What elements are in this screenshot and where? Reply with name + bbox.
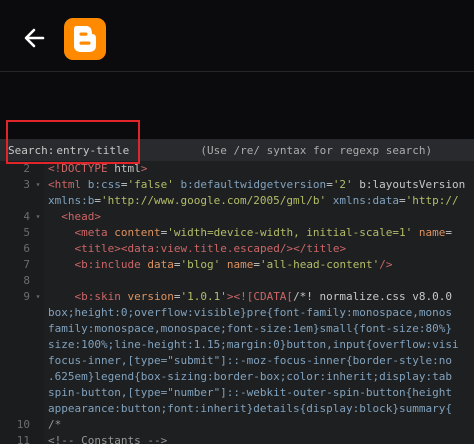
code-line[interactable]: 3 ▾ <html b:css='false' b:defaultwidgetver… [0,177,474,193]
blogger-logo-icon [74,26,96,52]
code-line[interactable]: 10 /* [0,417,474,433]
blogger-logo [64,18,106,60]
code-text: <title><data:view.title.escaped/></title… [74,242,347,255]
code-editor[interactable]: Search: (Use /re/ syntax for regexp sear… [0,139,474,444]
code-text: spin-button,[type="number"]::-webkit-out… [48,386,452,399]
code-line[interactable]: family:monospace,monospace;font-size:1em… [0,321,474,337]
code-line[interactable]: box;height:0;overflow:visible}pre{font-f… [0,305,474,321]
fold-toggle-icon[interactable]: ▾ [33,289,43,305]
search-hint: (Use /re/ syntax for regexp search) [200,143,433,157]
line-number: 4 [23,210,30,223]
code-line[interactable]: size:100%;line-height:1.15;margin:0}butt… [0,337,474,353]
line-number: 5 [23,226,30,239]
code-line[interactable]: 11 <!-- Constants --> [0,433,474,444]
code-text: focus-inner,[type="submit"]::-moz-focus-… [48,354,452,367]
code-text: <!-- Constants --> [48,434,168,444]
code-line[interactable]: focus-inner,[type="submit"]::-moz-focus-… [0,353,474,369]
code-text: xmlns:b='http://www.google.com/2005/gml/… [48,194,459,207]
code-text: .625em}legend{box-sizing:border-box;colo… [48,370,452,383]
back-arrow-icon [24,28,45,48]
code-line[interactable]: appearance:button;font:inherit}details{d… [0,401,474,417]
code-text: family:monospace,monospace;font-size:1em… [48,322,452,335]
code-text: <meta content='width=device-width, initi… [74,226,453,239]
code-text: <html b:css='false' b:defaultwidgetversi… [48,178,466,191]
line-number: 3 [23,178,30,191]
code-line[interactable]: .625em}legend{box-sizing:border-box;colo… [0,369,474,385]
code-line[interactable]: 8 [0,273,474,289]
line-number: 11 [16,434,30,444]
code-text: appearance:button;font:inherit}details{d… [48,402,452,415]
line-number: 8 [23,274,30,287]
fold-toggle-icon[interactable]: ▾ [33,177,43,193]
app-bar [0,0,474,82]
code-line[interactable]: 4 ▾ <head> [0,209,474,225]
code-text: /* [48,418,62,431]
code-line[interactable]: spin-button,[type="number"]::-webkit-out… [0,385,474,401]
code-line[interactable]: 9 ▾ <b:skin version='1.0.1'><![CDATA[/*! … [0,289,474,305]
code-text: <head> [61,210,101,223]
fold-toggle-icon[interactable]: ▾ [33,209,43,225]
line-number: 7 [23,258,30,271]
code-line[interactable]: xmlns:b='http://www.google.com/2005/gml/… [0,193,474,209]
line-number: 9 [23,290,30,303]
line-number: 6 [23,242,30,255]
code-lines: 2 <!DOCTYPE html> 3 ▾ <html b:css='false' b:… [0,161,474,444]
code-text: box;height:0;overflow:visible}pre{font-f… [48,306,452,319]
code-line[interactable]: 7 <b:include data='blog' name='all-head-… [0,257,474,273]
code-text: <b:include data='blog' name='all-head-co… [74,258,393,271]
code-text: size:100%;line-height:1.15;margin:0}butt… [48,338,459,351]
line-number: 10 [16,418,30,431]
code-line[interactable]: 6 <title><data:view.title.escaped/></tit… [0,241,474,257]
code-line[interactable]: 5 <meta content='width=device-width, ini… [0,225,474,241]
back-button[interactable] [18,22,50,54]
highlight-annotation-box [6,120,140,164]
app-bar-divider [0,71,474,72]
code-text: <b:skin version='1.0.1'><![CDATA[/*! nor… [74,290,453,303]
